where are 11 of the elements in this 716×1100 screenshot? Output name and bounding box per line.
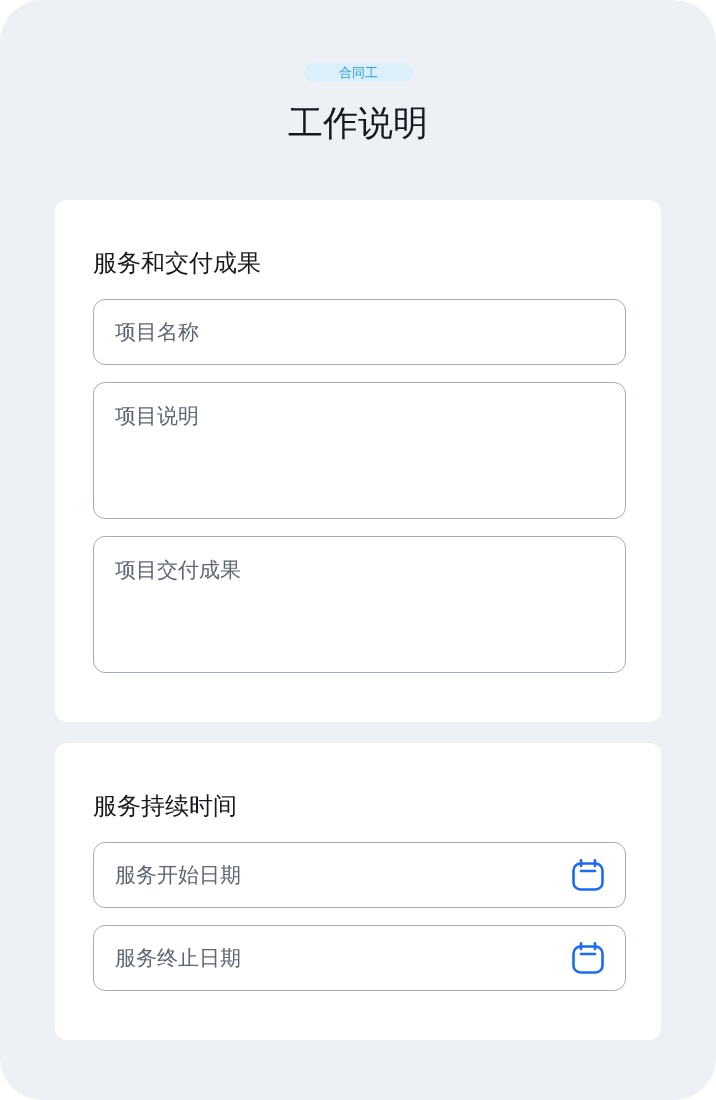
date-field[interactable]: 服务终止日期: [93, 925, 626, 991]
contract-badge: 合同工: [303, 63, 413, 82]
date-field[interactable]: 服务开始日期: [93, 842, 626, 908]
input-field[interactable]: 项目名称: [93, 299, 626, 365]
section-title: 服务持续时间: [93, 791, 238, 822]
textarea-field[interactable]: 项目说明: [93, 382, 626, 519]
page-title: 工作说明: [288, 102, 428, 145]
calendar-icon[interactable]: [572, 942, 604, 974]
calendar-icon[interactable]: [572, 859, 604, 891]
textarea-field[interactable]: 项目交付成果: [93, 536, 626, 673]
section-title: 服务和交付成果: [93, 248, 262, 279]
